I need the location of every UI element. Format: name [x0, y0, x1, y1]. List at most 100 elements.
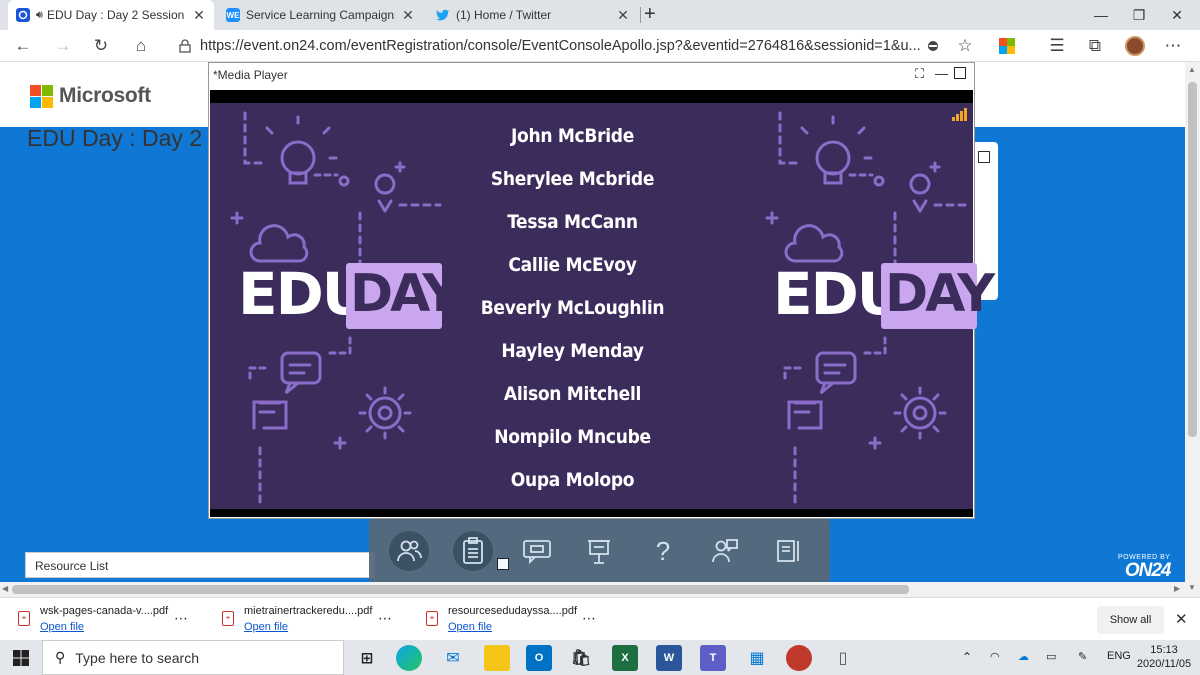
video-area[interactable]: EDU DAY EDU DAY John McBride Sherylee Mc…	[210, 90, 995, 517]
onedrive-icon[interactable]: ☁	[1018, 650, 1029, 663]
profile-avatar-icon[interactable]	[1122, 34, 1148, 58]
chat-icon[interactable]	[517, 531, 557, 571]
open-file-link[interactable]: Open file	[244, 621, 288, 633]
tracking-icon[interactable]: ⛔︎	[920, 34, 946, 58]
clock-time: 15:13	[1150, 644, 1178, 656]
speaker-icon[interactable]	[705, 531, 745, 571]
resource-list-header[interactable]: Resource List	[25, 552, 375, 578]
system-clock[interactable]: 15:13 2020/11/05	[1134, 643, 1194, 671]
more-options-icon[interactable]: ⋯	[174, 610, 189, 627]
scroll-down-icon[interactable]: ▼	[1188, 583, 1196, 592]
paint-icon[interactable]	[786, 645, 812, 671]
wifi-icon[interactable]: ◠	[990, 650, 1000, 663]
more-menu-icon[interactable]: ⋯	[1160, 34, 1186, 58]
close-tab-icon[interactable]: ✕	[401, 7, 415, 24]
fullscreen-icon[interactable]: ⛶	[915, 66, 924, 82]
task-view-icon[interactable]: ⊞	[354, 645, 380, 671]
tab-title: (1) Home / Twitter	[456, 8, 552, 22]
show-all-button[interactable]: Show all	[1097, 606, 1164, 634]
attendee-name: Alison Mitchell	[503, 383, 642, 405]
audio-playing-icon[interactable]: 🔊︎	[36, 9, 43, 22]
close-tab-icon[interactable]: ✕	[616, 7, 630, 24]
store-icon[interactable]: 🛍︎	[568, 645, 594, 671]
help-icon[interactable]: ?	[643, 531, 683, 571]
microsoft-wordmark: Microsoft	[59, 84, 151, 107]
attendee-name: John McBride	[510, 125, 635, 147]
file-explorer-icon[interactable]	[484, 645, 510, 671]
lock-icon[interactable]	[172, 34, 198, 58]
close-tab-icon[interactable]: ✕	[192, 7, 206, 24]
favorites-list-icon[interactable]: ☰	[1044, 34, 1070, 58]
close-window-icon[interactable]: ✕	[1154, 0, 1200, 30]
presentation-icon[interactable]	[579, 531, 619, 571]
home-icon[interactable]: ⌂	[128, 34, 154, 58]
pdf-file-icon: ⌖	[18, 611, 30, 626]
tab-divider	[640, 7, 641, 23]
slide-frame: EDU DAY EDU DAY John McBride Sherylee Mc…	[210, 103, 995, 512]
notes-icon[interactable]	[769, 531, 809, 571]
open-file-link[interactable]: Open file	[448, 621, 492, 633]
scroll-right-icon[interactable]: ▶	[1174, 584, 1180, 593]
more-options-icon[interactable]: ⋯	[582, 610, 597, 627]
name-list: John McBride Sherylee Mcbride Tessa McCa…	[450, 125, 695, 512]
download-item[interactable]: ⌖ wsk-pages-canada-v....pdf Open file ⋯	[18, 604, 198, 636]
vertical-scroll-thumb[interactable]	[1188, 82, 1197, 437]
teams-icon[interactable]: T	[700, 645, 726, 671]
attendee-name: Beverly McLoughlin	[480, 297, 665, 319]
back-icon[interactable]: ←	[10, 34, 36, 58]
tray-expand-icon[interactable]: ⌃	[962, 650, 972, 664]
attendee-name: Tessa McCann	[507, 211, 638, 233]
refresh-icon[interactable]: ↻	[88, 34, 114, 58]
outlook-icon[interactable]: O	[526, 645, 552, 671]
taskbar-search-box[interactable]: ⚲ Type here to search	[42, 640, 344, 675]
clock-date: 2020/11/05	[1136, 658, 1192, 670]
scroll-left-icon[interactable]: ◀	[2, 584, 8, 593]
collections-icon[interactable]: ⧉	[1082, 34, 1108, 58]
eduday-logo-left: EDU DAY	[238, 261, 460, 333]
logo-day-text: DAY	[885, 264, 995, 324]
tab-title: EDU Day : Day 2 Session 2 (	[46, 8, 186, 22]
minimize-player-icon[interactable]: —	[935, 66, 948, 81]
more-options-icon[interactable]: ⋯	[378, 610, 393, 627]
new-tab-icon[interactable]: +	[644, 3, 656, 26]
document-icon[interactable]: ▯	[830, 645, 856, 671]
tab-service-learning[interactable]: WE Service Learning Campaigns and ✕	[218, 0, 423, 30]
tab-edu-day[interactable]: 🔊︎ EDU Day : Day 2 Session 2 ( ✕	[8, 0, 214, 30]
download-item[interactable]: ⌖ resourcesedudayssa....pdf Open file ⋯	[426, 604, 606, 636]
toolbar-toggle-box[interactable]	[497, 558, 509, 570]
language-indicator[interactable]: ENG	[1107, 650, 1131, 662]
attendee-name: Callie McEvoy	[508, 254, 637, 276]
address-bar-url[interactable]: https://event.on24.com/eventRegistration…	[200, 38, 920, 56]
close-downloads-icon[interactable]: ✕	[1175, 610, 1188, 628]
tab-twitter[interactable]: (1) Home / Twitter ✕	[428, 0, 638, 30]
on24-favicon-icon	[16, 8, 30, 22]
mail-icon[interactable]: ✉	[440, 645, 466, 671]
windows-start-icon[interactable]	[8, 645, 34, 671]
open-file-link[interactable]: Open file	[40, 621, 84, 633]
microsoft-squares-icon	[30, 84, 53, 108]
download-filename: wsk-pages-canada-v....pdf	[40, 605, 169, 617]
widget-maximize-icon[interactable]	[978, 151, 990, 163]
clipboard-icon[interactable]	[453, 531, 493, 571]
extension-icon[interactable]	[994, 34, 1020, 58]
calendar-icon[interactable]: ▦	[744, 645, 770, 671]
word-icon[interactable]: W	[656, 645, 682, 671]
pen-icon[interactable]: ✎	[1078, 650, 1087, 663]
favorite-star-icon[interactable]: ☆	[952, 34, 978, 58]
vertical-scrollbar[interactable]: ▲ ▼	[1185, 62, 1200, 597]
excel-icon[interactable]: X	[612, 645, 638, 671]
attendee-name: Hayley Menday	[501, 340, 644, 362]
edge-browser-icon[interactable]	[396, 645, 422, 671]
horizontal-scrollbar[interactable]: ◀ ▶	[0, 582, 1185, 597]
media-player-window[interactable]: *Media Player ⛶ — EDU DAY EDU DAY John M…	[208, 62, 995, 519]
download-item[interactable]: ⌖ mietrainertrackeredu....pdf Open file …	[222, 604, 402, 636]
people-icon[interactable]	[389, 531, 429, 571]
address-toolbar: ← → ↻ ⌂ https://event.on24.com/eventRegi…	[0, 30, 1200, 62]
on24-badge: POWERED BY ON24	[1118, 554, 1171, 580]
forward-icon[interactable]: →	[50, 34, 76, 58]
maximize-player-icon[interactable]	[954, 67, 966, 79]
downloads-bar: ⌖ wsk-pages-canada-v....pdf Open file ⋯ …	[0, 597, 1200, 640]
battery-icon[interactable]: ▭	[1046, 650, 1056, 663]
scroll-up-icon[interactable]: ▲	[1188, 65, 1196, 74]
horizontal-scroll-thumb[interactable]	[12, 585, 909, 594]
